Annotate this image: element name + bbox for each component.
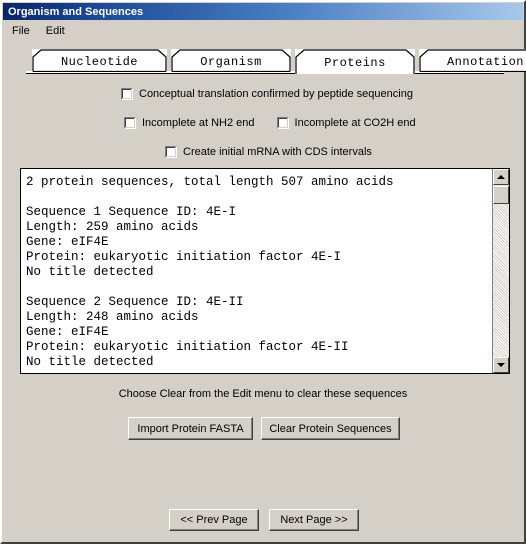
options-row-2: Incomplete at NH2 end Incomplete at CO2H… — [124, 117, 416, 129]
option-incomplete-co2h[interactable]: Incomplete at CO2H end — [276, 117, 416, 129]
tab-annotation-label: Annotation — [446, 55, 524, 69]
tab-nucleotide-label: Nucleotide — [60, 55, 138, 69]
prev-page-button[interactable]: << Prev Page — [169, 509, 259, 531]
tab-proteins[interactable]: Proteins — [295, 49, 415, 74]
menu-item-file[interactable]: File — [5, 23, 37, 39]
incomplete-nh2-label: Incomplete at NH2 end — [142, 117, 255, 129]
scrollbar-thumb[interactable] — [493, 186, 509, 204]
import-protein-fasta-button[interactable]: Import Protein FASTA — [128, 417, 253, 440]
create-initial-mrna-label: Create initial mRNA with CDS intervals — [183, 146, 372, 158]
chevron-up-icon — [497, 175, 505, 179]
tab-organism[interactable]: Organism — [171, 49, 291, 72]
tab-nucleotide[interactable]: Nucleotide — [32, 49, 167, 72]
clear-hint-text: Choose Clear from the Edit menu to clear… — [118, 388, 408, 400]
sequence-scrollbar[interactable] — [492, 169, 509, 373]
scrollbar-track[interactable] — [493, 185, 509, 357]
application-window: Organism and Sequences File Edit Nucleot… — [0, 0, 526, 544]
incomplete-co2h-label: Incomplete at CO2H end — [294, 117, 416, 129]
sequence-textarea[interactable]: 2 protein sequences, total length 507 am… — [20, 168, 510, 374]
options-row-3: Create initial mRNA with CDS intervals — [165, 146, 372, 158]
tab-organism-label: Organism — [200, 55, 262, 69]
scroll-down-button[interactable] — [493, 357, 509, 373]
scroll-up-button[interactable] — [493, 169, 509, 185]
option-incomplete-nh2[interactable]: Incomplete at NH2 end — [124, 117, 255, 129]
menu-item-edit[interactable]: Edit — [39, 23, 72, 39]
options-row-1: Conceptual translation confirmed by pept… — [121, 88, 413, 100]
tab-annotation[interactable]: Annotation — [419, 49, 526, 72]
create-initial-mrna-checkbox[interactable] — [165, 146, 177, 158]
incomplete-co2h-checkbox[interactable] — [276, 117, 289, 129]
conceptual-translation-checkbox[interactable] — [121, 88, 133, 100]
incomplete-nh2-checkbox[interactable] — [124, 117, 136, 129]
clear-protein-sequences-button[interactable]: Clear Protein Sequences — [261, 417, 400, 440]
menu-bar: File Edit — [3, 21, 523, 40]
option-create-initial-mrna[interactable]: Create initial mRNA with CDS intervals — [165, 146, 372, 158]
window-title: Organism and Sequences — [8, 5, 144, 18]
tab-proteins-label: Proteins — [324, 56, 386, 70]
option-conceptual-translation[interactable]: Conceptual translation confirmed by pept… — [121, 88, 413, 100]
next-page-button[interactable]: Next Page >> — [269, 509, 359, 531]
title-bar: Organism and Sequences — [3, 3, 523, 20]
chevron-down-icon — [497, 363, 505, 367]
sequence-text[interactable]: 2 protein sequences, total length 507 am… — [21, 169, 492, 373]
tab-strip: Nucleotide Organism Proteins Annotation — [26, 49, 526, 74]
conceptual-translation-label: Conceptual translation confirmed by pept… — [139, 88, 413, 100]
